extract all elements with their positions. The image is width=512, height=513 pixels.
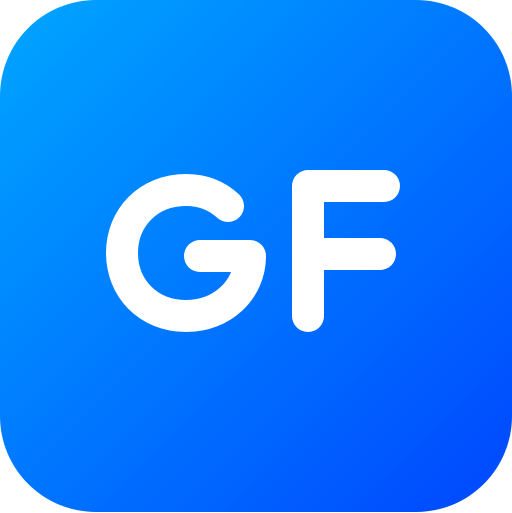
gf-app-icon: GF <box>0 0 512 512</box>
gf-icon-graphic <box>0 0 512 512</box>
